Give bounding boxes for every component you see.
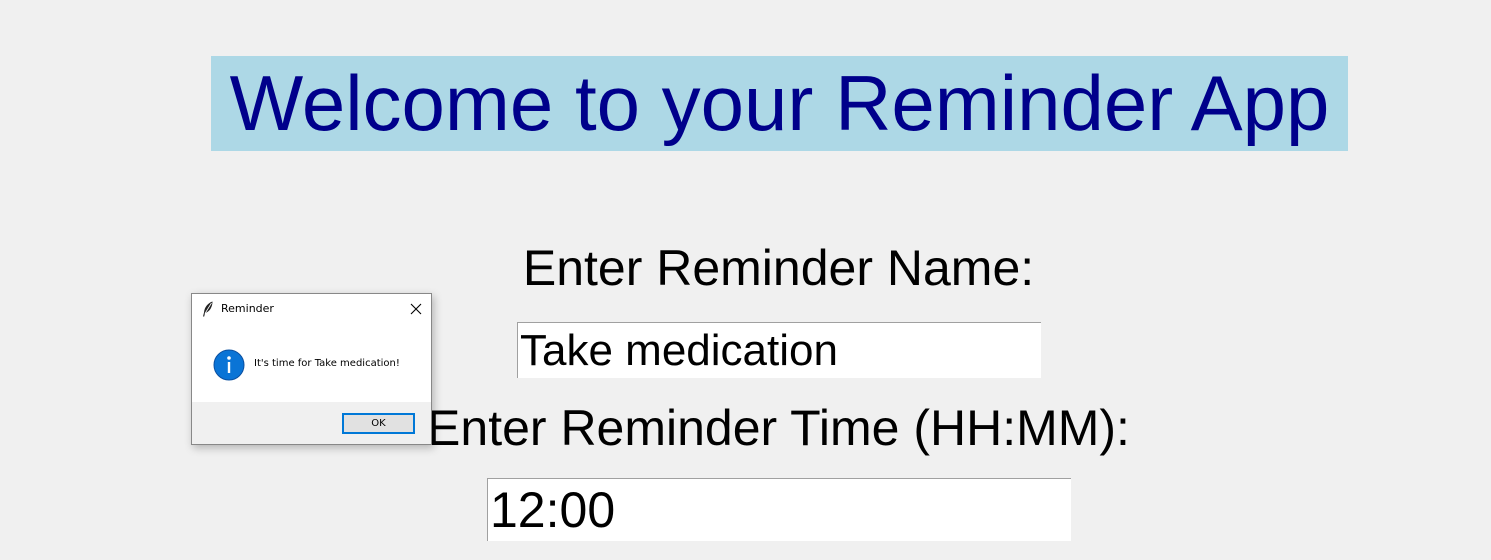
- dialog-body: It's time for Take medication!: [192, 324, 431, 402]
- close-button[interactable]: [401, 294, 431, 324]
- info-icon: [213, 349, 245, 381]
- feather-icon: [203, 301, 213, 317]
- dialog-message: It's time for Take medication!: [254, 358, 400, 369]
- reminder-time-input[interactable]: [487, 478, 1071, 541]
- dialog-titlebar[interactable]: Reminder: [192, 294, 431, 324]
- reminder-name-label: Enter Reminder Name:: [522, 240, 1035, 296]
- reminder-dialog: Reminder It's time for Take medication! …: [191, 293, 432, 445]
- app-title: Welcome to your Reminder App: [211, 56, 1348, 151]
- reminder-name-input[interactable]: [517, 322, 1041, 378]
- dialog-footer: OK: [192, 402, 431, 444]
- dialog-title: Reminder: [221, 302, 274, 315]
- ok-button[interactable]: OK: [342, 413, 415, 434]
- close-icon: [410, 303, 422, 315]
